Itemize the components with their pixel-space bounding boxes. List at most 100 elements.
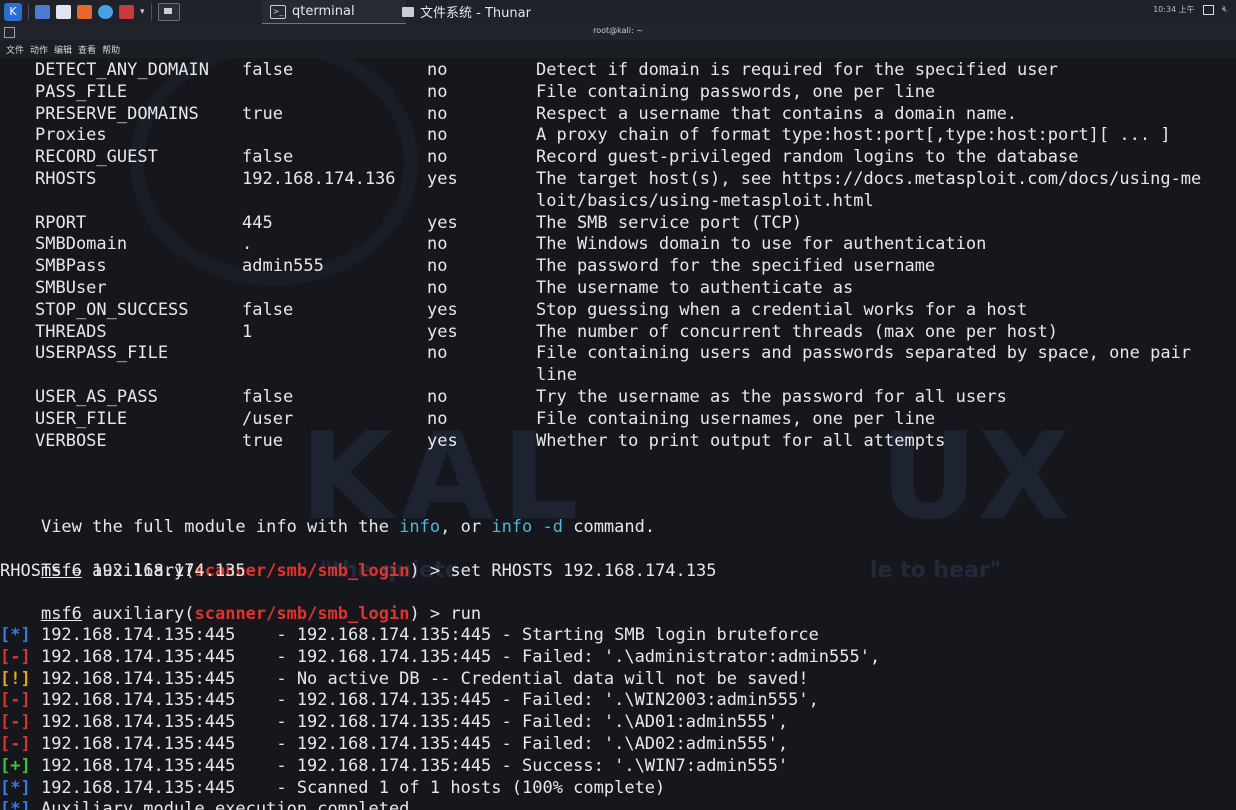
option-description: Whether to print output for all attempts — [536, 430, 946, 451]
status-tag: [*] — [0, 799, 31, 810]
option-name: RECORD_GUEST — [35, 147, 158, 168]
option-name: RHOSTS — [35, 169, 97, 189]
volume-muted-icon[interactable]: 🔇︎ — [1222, 4, 1228, 15]
status-tag: [-] — [0, 690, 31, 711]
option-name: SMBPass — [35, 256, 107, 277]
option-required: no — [427, 234, 448, 255]
option-description: File containing passwords, one per line — [536, 81, 936, 102]
option-required: no — [427, 125, 448, 146]
web-browser-launcher-icon[interactable] — [98, 5, 113, 19]
option-value: . — [242, 234, 253, 255]
task-thunar[interactable]: 文件系统 - Thunar — [394, 0, 539, 23]
option-required: yes — [427, 212, 458, 233]
option-name: PRESERVE_DOMAINS — [35, 103, 199, 124]
option-description: The Windows domain to use for authentica… — [536, 234, 987, 255]
text-editor-launcher-icon[interactable] — [77, 5, 92, 19]
window-title: root@kali: ~ — [593, 26, 643, 35]
task-label: 文件系统 - Thunar — [420, 6, 531, 21]
status-tag: [!] — [0, 668, 31, 689]
status-tag: [*] — [0, 777, 31, 798]
clock[interactable]: 10:34 上午 — [1153, 4, 1195, 15]
option-description: A proxy chain of format type:host:port[,… — [536, 125, 1171, 146]
taskbar-separator — [150, 4, 152, 20]
option-required: yes — [427, 169, 458, 189]
kali-menu-icon[interactable]: K — [4, 3, 22, 21]
status-tag: [-] — [0, 734, 31, 754]
status-tag: [+] — [0, 755, 31, 776]
option-value: /user — [242, 408, 294, 429]
result-text: 192.168.174.135:445 - 192.168.174.135:44… — [30, 646, 881, 667]
option-description: Record guest-privileged random logins to… — [536, 147, 1079, 168]
option-value: 1 — [242, 321, 253, 342]
result-text: 192.168.174.135:445 - 192.168.174.135:44… — [30, 625, 819, 645]
result-line: [-] 192.168.174.135:445 - 192.168.174.13… — [0, 712, 788, 734]
option-required: yes — [427, 299, 458, 320]
result-text: 192.168.174.135:445 - Scanned 1 of 1 hos… — [30, 777, 666, 798]
option-value: true — [242, 103, 283, 124]
result-line: [+] 192.168.174.135:445 - 192.168.174.13… — [0, 756, 788, 778]
menu-help[interactable]: 帮助 — [102, 43, 120, 56]
status-tag: [-] — [0, 712, 31, 733]
option-description: line — [536, 365, 577, 386]
menu-edit[interactable]: 编辑 — [54, 43, 72, 56]
file-manager-launcher-icon[interactable] — [56, 5, 71, 19]
prompt-text: auxiliary( — [81, 603, 195, 624]
terminal-icon: >_ — [270, 4, 286, 19]
wallpaper-tagline-right: le to hear" — [870, 558, 1002, 583]
taskbar: K ▾ >_ qterminal 文件系统 - Thunar 10:34 上午 … — [0, 0, 1236, 25]
prompt-prefix: msf6 — [40, 603, 82, 624]
option-description: Respect a username that contains a domai… — [536, 103, 1018, 124]
prompt-text: ) > — [409, 560, 451, 581]
show-desktop-icon[interactable] — [35, 5, 50, 19]
option-name: Proxies — [35, 125, 107, 146]
prompt-module: scanner/smb/smb_login — [194, 603, 410, 624]
option-name: PASS_FILE — [35, 81, 128, 102]
menu-bar: 文件 动作 编辑 查看 帮助 — [0, 40, 1236, 58]
system-tray: 10:34 上午 🔇︎ — [1153, 4, 1228, 15]
option-name: SMBDomain — [35, 234, 128, 255]
chevron-down-icon[interactable]: ▾ — [140, 7, 145, 17]
info-hint-text: View the full module info with the — [40, 516, 400, 537]
option-description: Stop guessing when a credential works fo… — [536, 299, 1028, 320]
menu-actions[interactable]: 动作 — [30, 43, 48, 56]
option-required: no — [427, 147, 448, 168]
result-line: [-] 192.168.174.135:445 - 192.168.174.13… — [0, 690, 819, 712]
option-name: DETECT_ANY_DOMAIN — [35, 60, 209, 80]
window-icon[interactable] — [1202, 4, 1214, 15]
menu-view[interactable]: 查看 — [78, 43, 96, 56]
status-tag: [-] — [0, 646, 31, 667]
command-output: RHOSTS ⇒ 192.168.174.135 — [0, 561, 246, 581]
terminal-launcher-icon[interactable] — [119, 5, 134, 19]
terminal-output[interactable]: KAL UX "the quiete le to hear" DETECT_AN… — [0, 58, 1236, 810]
option-required: yes — [427, 430, 458, 451]
result-line: [*] Auxiliary module execution completed — [0, 799, 409, 810]
option-name: RPORT — [35, 212, 87, 233]
option-required: no — [427, 343, 448, 364]
info-keyword: info — [399, 516, 441, 537]
command-text: run — [450, 603, 482, 624]
result-line: [-] 192.168.174.135:445 - 192.168.174.13… — [0, 647, 880, 669]
option-name: STOP_ON_SUCCESS — [35, 299, 189, 320]
option-value: 445 — [242, 212, 273, 233]
option-value: false — [242, 299, 294, 320]
result-text: 192.168.174.135:445 - 192.168.174.135:44… — [30, 712, 789, 733]
workspace-switcher-icon[interactable] — [157, 3, 180, 21]
result-text: 192.168.174.135:445 - 192.168.174.135:44… — [30, 734, 789, 754]
status-tag: [*] — [0, 625, 31, 645]
option-value: false — [242, 387, 294, 407]
window-titlebar[interactable]: root@kali: ~ — [0, 24, 1236, 40]
task-qterminal[interactable]: >_ qterminal — [262, 0, 406, 25]
option-required: no — [427, 387, 448, 407]
option-description: The SMB service port (TCP) — [536, 212, 803, 233]
result-text: 192.168.174.135:445 - 192.168.174.135:44… — [30, 755, 789, 776]
option-description: File containing users and passwords sepa… — [536, 343, 1192, 364]
option-name: USER_FILE — [35, 408, 128, 429]
menu-file[interactable]: 文件 — [6, 43, 24, 56]
result-line: [*] 192.168.174.135:445 - Scanned 1 of 1… — [0, 778, 665, 800]
option-name: THREADS — [35, 321, 107, 342]
option-required: no — [427, 256, 448, 277]
option-required: yes — [427, 321, 458, 342]
option-description: Detect if domain is required for the spe… — [536, 60, 1058, 80]
result-text: 192.168.174.135:445 - No active DB -- Cr… — [30, 668, 809, 689]
option-required: no — [427, 60, 448, 80]
